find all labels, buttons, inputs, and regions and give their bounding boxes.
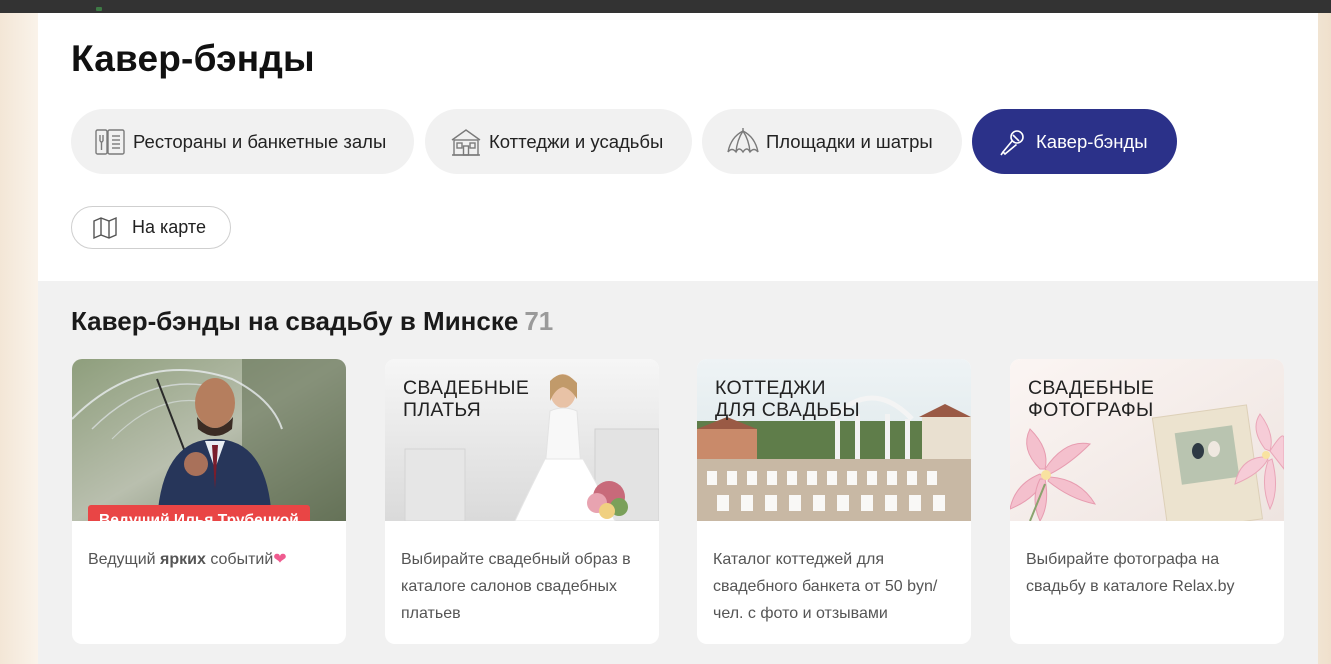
banner-image: СВАДЕБНЫЕ ПЛАТЬЯ xyxy=(385,359,659,521)
map-button-label: На карте xyxy=(132,217,206,237)
banner-title: СВАДЕБНЫЕ ПЛАТЬЯ xyxy=(403,377,529,421)
main-content: Кавер-бэнды Рестораны и банкетные залы К… xyxy=(38,13,1318,664)
favicon-fragment xyxy=(96,7,102,11)
banner-line: СВАДЕБНЫЕ xyxy=(403,377,530,399)
banner-image: КОТТЕДЖИ ДЛЯ СВАДЬБЫ xyxy=(697,359,971,521)
section-title-text: Кавер-бэнды на свадьбу в Минске xyxy=(71,306,519,336)
category-label: Рестораны и банкетные залы xyxy=(133,130,387,152)
listing-section: Кавер-бэнды на свадьбу в Минске 71 Ведущ… xyxy=(38,281,1318,664)
card-description: Выбирайте свадебный образ в каталоге сал… xyxy=(401,551,631,622)
map-icon xyxy=(92,215,118,241)
section-title: Кавер-бэнды на свадьбу в Минске 71 xyxy=(71,306,553,337)
banner-title: КОТТЕДЖИ ДЛЯ СВАДЬБЫ xyxy=(715,377,860,421)
category-restaurants[interactable]: Рестораны и банкетные залы xyxy=(71,109,414,174)
promo-card-photographers[interactable]: СВАДЕБНЫЕ ФОТОГРАФЫ Выбирайте фотографа … xyxy=(1010,359,1284,644)
card-description: Ведущий ярких событий❤ xyxy=(88,546,333,573)
host-name-badge: Ведущий Илья Трубецкой xyxy=(88,505,310,521)
heart-icon: ❤ xyxy=(273,551,287,568)
card-description: Выбирайте фотографа на свадьбу в каталог… xyxy=(1026,551,1235,595)
browser-top-bar xyxy=(0,0,1331,13)
banner-line: СВАДЕБНЫЕ xyxy=(1028,377,1155,399)
banner-line: ДЛЯ СВАДЬБЫ xyxy=(715,399,860,421)
page-title: Кавер-бэнды xyxy=(71,38,315,79)
menu-icon xyxy=(93,125,127,159)
tent-icon xyxy=(726,125,760,159)
category-label: Площадки и шатры xyxy=(766,130,933,152)
microphone-icon xyxy=(996,125,1030,159)
promo-card-cottages[interactable]: КОТТЕДЖИ ДЛЯ СВАДЬБЫ Каталог коттеджей д… xyxy=(697,359,971,644)
host-photo: Ведущий Илья Трубецкой xyxy=(72,359,346,521)
banner-line: КОТТЕДЖИ xyxy=(715,377,826,399)
desc-text: событий xyxy=(205,551,274,568)
banner-image: СВАДЕБНЫЕ ФОТОГРАФЫ xyxy=(1010,359,1284,521)
category-cover-bands[interactable]: Кавер-бэнды xyxy=(972,109,1177,174)
house-icon xyxy=(449,125,483,159)
card-description: Каталог коттеджей для свадебного банкета… xyxy=(713,551,938,622)
category-label: Коттеджи и усадьбы xyxy=(489,130,664,152)
desc-bold: ярких xyxy=(160,551,206,568)
promo-card-wedding-dresses[interactable]: СВАДЕБНЫЕ ПЛАТЬЯ Выбирайте свадебный обр… xyxy=(385,359,659,644)
banner-title: СВАДЕБНЫЕ ФОТОГРАФЫ xyxy=(1028,377,1154,421)
result-count: 71 xyxy=(524,306,554,336)
banner-line: ФОТОГРАФЫ xyxy=(1028,399,1154,421)
banner-line: ПЛАТЬЯ xyxy=(403,399,482,421)
category-label: Кавер-бэнды xyxy=(1036,130,1148,152)
category-venues[interactable]: Площадки и шатры xyxy=(702,109,962,174)
desc-text: Ведущий xyxy=(88,551,161,568)
map-button[interactable]: На карте xyxy=(71,206,231,249)
category-cottages[interactable]: Коттеджи и усадьбы xyxy=(425,109,692,174)
promo-card-host[interactable]: Ведущий Илья Трубецкой Ведущий ярких соб… xyxy=(72,359,346,644)
